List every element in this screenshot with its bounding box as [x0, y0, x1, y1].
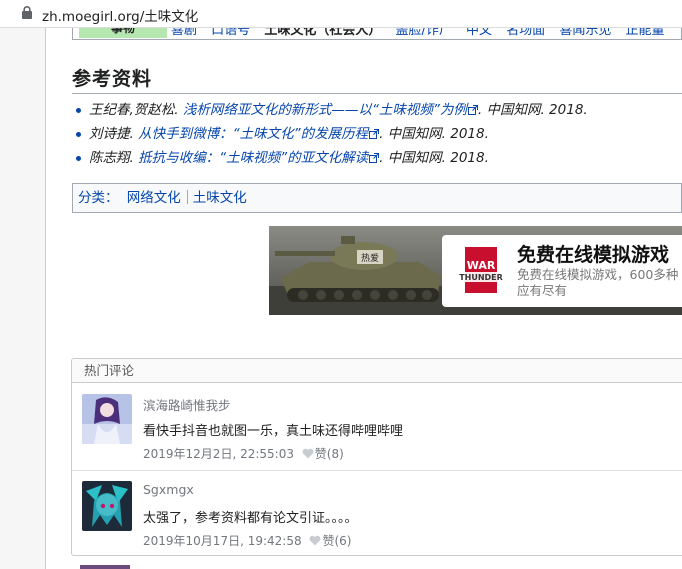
navbox-item[interactable]: 喜剧: [171, 28, 197, 38]
bullet-icon: [76, 156, 81, 161]
avatar[interactable]: [82, 394, 132, 444]
navbox-item[interactable]: 口语号: [211, 28, 250, 38]
left-gutter: [0, 28, 45, 569]
comment-username[interactable]: Sgxmgx: [143, 482, 194, 497]
navbox-group-title: 事物: [79, 28, 167, 38]
category-link[interactable]: 网络文化: [127, 190, 181, 206]
tank-marking-text: 热爱: [361, 252, 379, 264]
avatar[interactable]: [82, 481, 132, 531]
categories-label-link[interactable]: 分类：: [78, 190, 119, 206]
heart-icon[interactable]: [309, 535, 321, 546]
comment-text: 看快手抖音也就图一乐，真土味还得哔哩哔哩: [143, 424, 404, 439]
reference-source: . 中国知网. 2018.: [379, 126, 489, 142]
comment-item: Sgxmgx 太强了，参考资料都有论文引证。。。。 2019年10月17日, 1…: [72, 470, 682, 555]
next-comment-avatar-partial: [80, 565, 130, 569]
category-link[interactable]: 土味文化: [193, 190, 247, 206]
navbox-item-selected: 土味文化（社会人）: [264, 28, 382, 38]
hot-comments-panel: 热门评论 滨海路崎惟我步 看快手抖音也就图一乐，真土味还得哔哩哔哩 2019年1…: [71, 358, 682, 556]
navbox-item[interactable]: 正能量: [625, 28, 664, 38]
reference-author: 陈志翔: [89, 150, 130, 166]
comment-text: 太强了，参考资料都有论文引证。。。。: [143, 511, 358, 526]
category-separator: [186, 190, 188, 204]
reference-author: 王纪春,贺赵松: [89, 102, 175, 118]
reference-item: 王纪春,贺赵松. 浅析网络亚文化的新形式——以“土味视频”为例. 中国知网. 2…: [76, 100, 682, 124]
category-links: 分类： 网络文化 土味文化: [72, 183, 682, 213]
navbox-list: 喜剧 口语号 土味文化（社会人） 盖脸/诈尸 中文 名场面 喜闻乐见 正能量: [171, 28, 674, 38]
bullet-icon: [76, 108, 81, 113]
address-bar[interactable]: zh.moegirl.org/土味文化: [0, 0, 682, 28]
external-link-icon: [369, 129, 380, 139]
reference-link[interactable]: 浅析网络亚文化的新形式——以“土味视频”为例: [183, 102, 478, 118]
logo-text-top: WAR: [467, 259, 496, 272]
comments-title: 热门评论: [72, 359, 682, 383]
reference-link[interactable]: 抵抗与收编：“土味视频”的亚文化解读: [138, 150, 380, 166]
ad-title[interactable]: 免费在线模拟游戏: [517, 240, 669, 267]
like-count[interactable]: 赞(6): [322, 534, 351, 548]
reference-list: 王纪春,贺赵松. 浅析网络亚文化的新形式——以“土味视频”为例. 中国知网. 2…: [76, 100, 682, 172]
heart-icon[interactable]: [302, 448, 314, 459]
ad-banner[interactable]: 热爱 WAR THUNDER 免费在线模拟游戏 免费在线模拟游戏，600多种应有…: [269, 226, 682, 315]
navbox-item[interactable]: 中文: [466, 28, 492, 38]
war-thunder-logo-icon: WAR THUNDER: [457, 247, 505, 293]
reference-source: . 中国知网. 2018.: [379, 150, 489, 166]
navbox-item[interactable]: 盖脸/诈尸: [395, 28, 451, 38]
navbox-item[interactable]: 名场面: [506, 28, 545, 38]
reference-item: 陈志翔. 抵抗与收编：“土味视频”的亚文化解读. 中国知网. 2018.: [76, 148, 682, 172]
logo-text-bottom: THUNDER: [459, 273, 503, 282]
url-text[interactable]: zh.moegirl.org/土味文化: [42, 5, 198, 25]
external-link-icon: [467, 105, 478, 115]
ad-description: 免费在线模拟游戏，600多种应有尽有: [517, 267, 679, 298]
comment-item: 滨海路崎惟我步 看快手抖音也就图一乐，真土味还得哔哩哔哩 2019年12月2日,…: [72, 384, 682, 470]
lock-icon: [22, 6, 32, 19]
content-border: [45, 28, 46, 569]
reference-item: 刘诗捷. 从快手到微博：“土味文化”的发展历程. 中国知网. 2018.: [76, 124, 682, 148]
comment-meta: 2019年12月2日, 22:55:03 赞(8): [143, 445, 344, 462]
section-heading: 参考资料: [72, 68, 153, 90]
reference-source: . 中国知网. 2018.: [477, 102, 588, 118]
like-count[interactable]: 赞(8): [315, 447, 344, 461]
comment-meta: 2019年10月17日, 19:42:58 赞(6): [143, 532, 351, 549]
comment-time: 2019年12月2日, 22:55:03: [143, 447, 294, 461]
external-link-icon: [369, 153, 380, 163]
reference-link[interactable]: 从快手到微博：“土味文化”的发展历程: [138, 126, 380, 142]
bullet-icon: [76, 132, 81, 137]
ad-card[interactable]: WAR THUNDER 免费在线模拟游戏 免费在线模拟游戏，600多种应有尽有: [442, 235, 682, 307]
navbox: 事物 喜剧 口语号 土味文化（社会人） 盖脸/诈尸 中文 名场面 喜闻乐见 正能…: [72, 28, 682, 40]
navbox-item[interactable]: 喜闻乐见: [559, 28, 611, 38]
comment-username[interactable]: 滨海路崎惟我步: [143, 395, 231, 414]
comment-time: 2019年10月17日, 19:42:58: [143, 534, 302, 548]
reference-author: 刘诗捷: [89, 126, 130, 142]
heading-rule: [72, 93, 682, 94]
